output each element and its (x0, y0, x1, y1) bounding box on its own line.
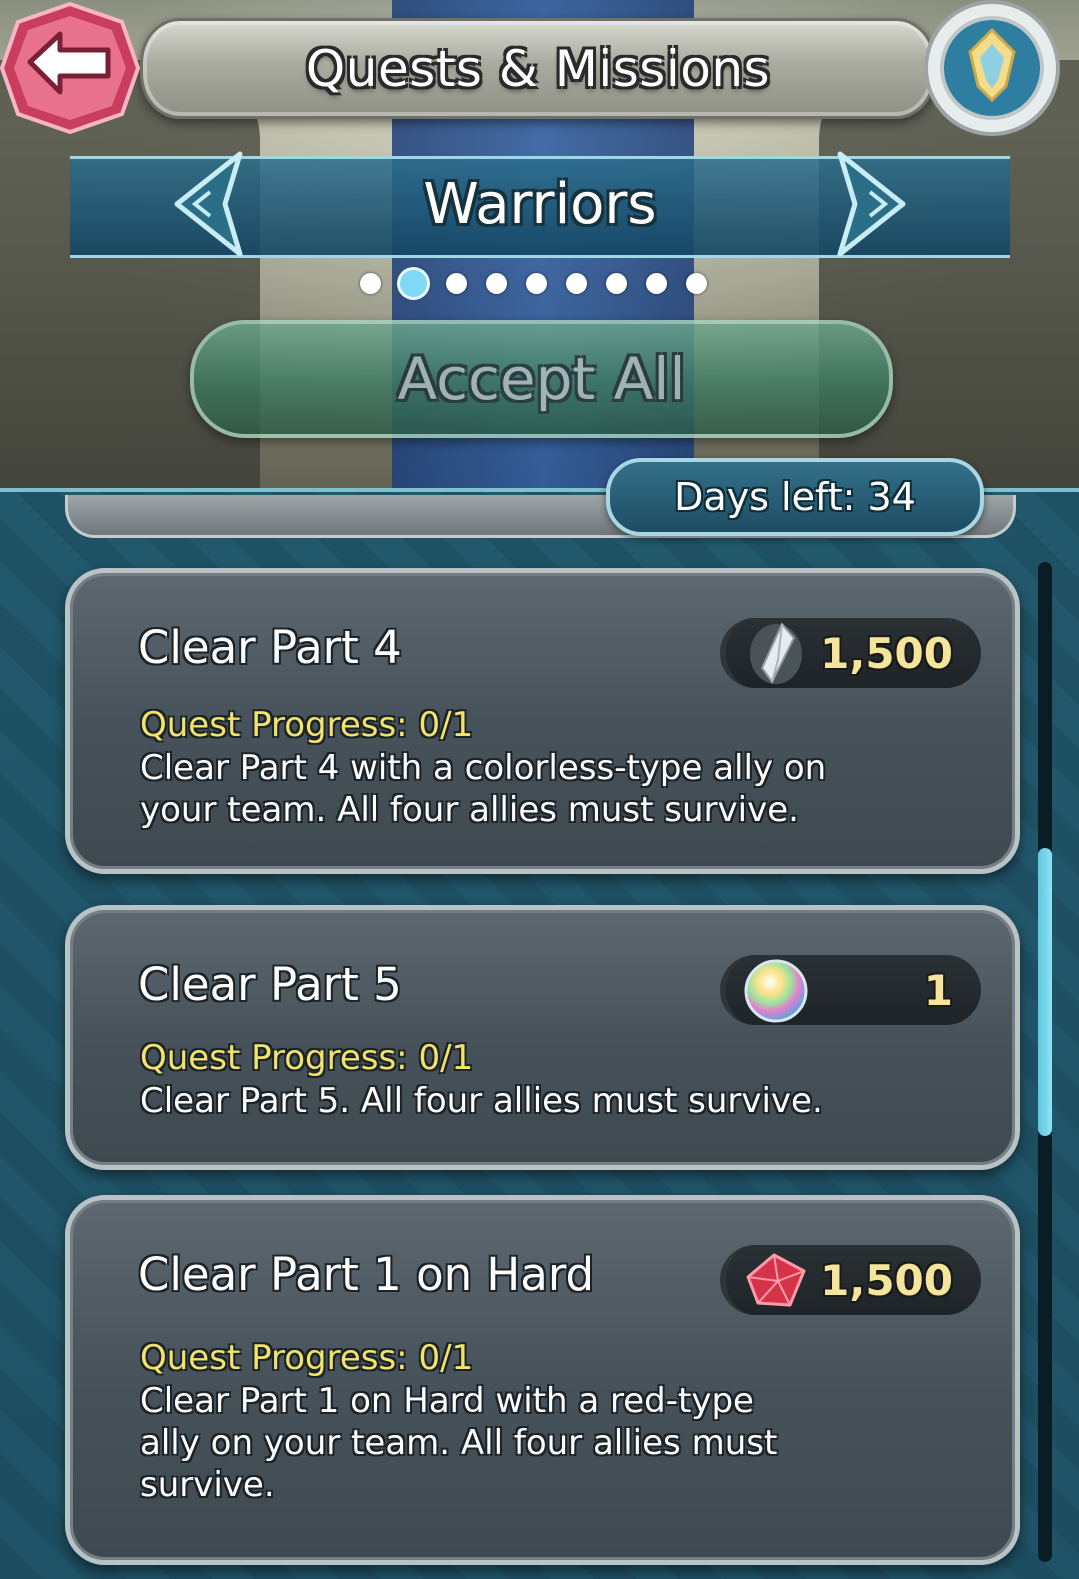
accept-all-label: Accept All (397, 345, 686, 413)
page-dot-active[interactable] (400, 269, 427, 297)
page-dot[interactable] (686, 272, 707, 294)
accept-all-button[interactable]: Accept All (190, 320, 893, 438)
page-dot[interactable] (566, 272, 587, 294)
quest-card[interactable]: Clear Part 5 1 Quest Progress: 0/1 Clear… (65, 905, 1020, 1170)
quest-card[interactable]: Clear Part 4 1,500 Quest Progress: 0/1 C… (65, 568, 1020, 874)
chevron-left-icon (174, 151, 243, 257)
reward-badge: 1,500 (720, 1245, 981, 1315)
page-dot[interactable] (606, 272, 627, 294)
my-nintendo-emblem-icon (924, 0, 1060, 136)
scrollbar-thumb[interactable] (1038, 848, 1052, 1136)
category-selector: Warriors (70, 148, 1010, 260)
reward-amount: 1,500 (820, 628, 953, 678)
days-left-badge: Days left: 34 (606, 458, 984, 536)
quest-progress: Quest Progress: 0/1 (140, 1338, 474, 1378)
chevron-right-icon (837, 151, 906, 257)
reward-amount: 1 (923, 965, 953, 1015)
page-indicator (360, 268, 720, 298)
page-dot[interactable] (526, 272, 547, 294)
quest-description: Clear Part 4 with a colorless-type ally … (140, 748, 827, 830)
page-title: Quests & Missions (305, 39, 771, 98)
reward-badge: 1,500 (720, 618, 981, 688)
previous-category-button[interactable] (165, 148, 255, 260)
quest-card[interactable]: Clear Part 1 on Hard 1,500 Quest Progres… (65, 1195, 1020, 1565)
reward-badge: 1 (720, 955, 981, 1025)
quest-title: Clear Part 1 on Hard (138, 1248, 595, 1301)
quest-description: Clear Part 5. All four allies must survi… (140, 1081, 823, 1121)
title-plaque: Quests & Missions (140, 18, 936, 119)
back-button[interactable] (0, 0, 141, 135)
back-arrow-icon (0, 1, 141, 135)
crystal-shard-icon (750, 622, 802, 684)
quest-title: Clear Part 4 (138, 621, 402, 674)
reward-amount: 1,500 (820, 1255, 953, 1305)
red-crystal-icon (746, 1253, 806, 1307)
orb-icon (744, 959, 808, 1023)
page-dot[interactable] (486, 272, 507, 294)
quest-description: Clear Part 1 on Hard with a red-type all… (140, 1381, 778, 1505)
quest-title: Clear Part 5 (138, 958, 402, 1011)
quest-progress: Quest Progress: 0/1 (140, 705, 474, 745)
page-dot[interactable] (646, 272, 667, 294)
quest-progress: Quest Progress: 0/1 (140, 1038, 474, 1078)
days-left-text: Days left: 34 (674, 475, 916, 519)
page-dot[interactable] (446, 272, 467, 294)
my-nintendo-emblem[interactable] (910, 0, 1070, 140)
next-category-button[interactable] (825, 148, 915, 260)
page-dot[interactable] (360, 272, 381, 294)
